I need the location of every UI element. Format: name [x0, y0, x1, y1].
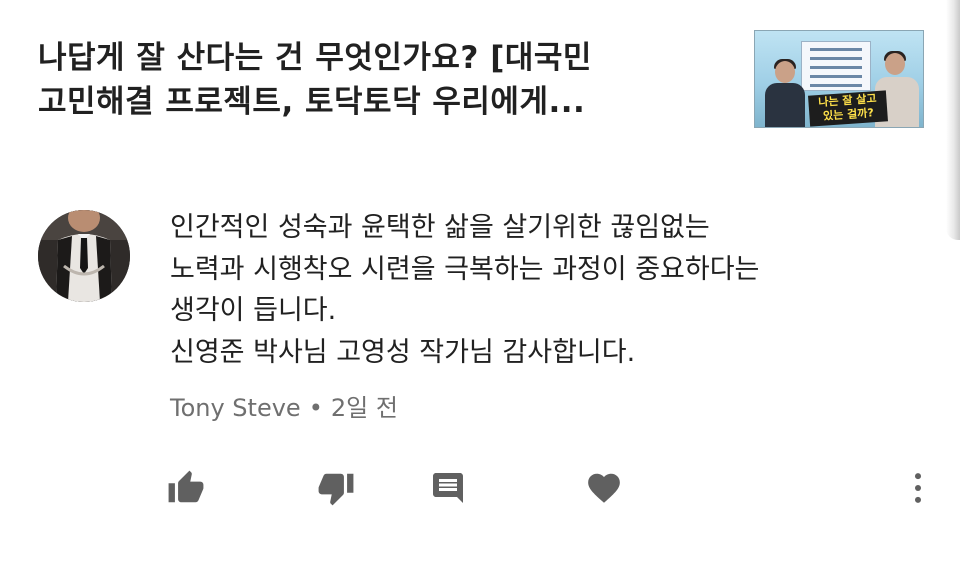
- comment-line-2: 노력과 시행착오 시련을 극복하는 과정이 중요하다는: [170, 253, 760, 285]
- thumbnail-caption: 나는 잘 살고 있는 걸까?: [808, 90, 888, 127]
- like-button[interactable]: [166, 466, 206, 510]
- comment-line-4: 신영준 박사님 고영성 작가님 감사합니다.: [170, 336, 636, 368]
- thumb-up-icon: [168, 470, 204, 503]
- comment-author[interactable]: Tony Steve: [170, 394, 301, 422]
- comment-actions: [0, 466, 946, 518]
- comment-icon: [433, 473, 463, 503]
- reply-button[interactable]: [428, 466, 468, 510]
- video-title[interactable]: 나답게 잘 산다는 건 무엇인가요? [대국민 고민해결 프로젝트, 토닥토닥 …: [38, 36, 718, 124]
- comment-text: 인간적인 성숙과 윤택한 삶을 살기위한 끊임없는 노력과 시행착오 시련을 극…: [170, 207, 930, 373]
- video-header[interactable]: 나답게 잘 산다는 건 무엇인가요? [대국민 고민해결 프로젝트, 토닥토닥 …: [0, 0, 946, 150]
- thumbnail-person-left: [765, 59, 805, 127]
- avatar[interactable]: [38, 210, 130, 302]
- video-thumbnail[interactable]: 나는 잘 살고 있는 걸까?: [754, 30, 924, 128]
- dislike-button[interactable]: [316, 466, 356, 510]
- comment-item: 인간적인 성숙과 윤택한 삶을 살기위한 끊임없는 노력과 시행착오 시련을 극…: [0, 190, 946, 560]
- edge-shadow: [946, 0, 960, 240]
- comment-line-3: 생각이 듭니다.: [170, 295, 337, 326]
- comment-meta: Tony Steve • 2일 전: [170, 393, 398, 423]
- comment-screen: 나답게 잘 산다는 건 무엇인가요? [대국민 고민해결 프로젝트, 토닥토닥 …: [0, 0, 960, 561]
- meta-separator: •: [308, 394, 323, 422]
- thumbnail-sign: [801, 41, 871, 91]
- more-options-button[interactable]: [898, 466, 938, 510]
- more-vert-icon: [914, 473, 922, 503]
- avatar-image: [38, 210, 130, 302]
- heart-button[interactable]: [584, 466, 624, 510]
- thumb-down-icon: [318, 473, 354, 506]
- comment-line-1: 인간적인 성숙과 윤택한 삶을 살기위한 끊임없는: [170, 212, 710, 243]
- video-title-line-2: 고민해결 프로젝트, 토닥토닥 우리에게...: [38, 84, 586, 120]
- comment-time: 2일 전: [330, 394, 398, 422]
- video-title-line-1: 나답게 잘 산다는 건 무엇인가요? [대국민: [38, 40, 592, 76]
- heart-icon: [588, 473, 620, 503]
